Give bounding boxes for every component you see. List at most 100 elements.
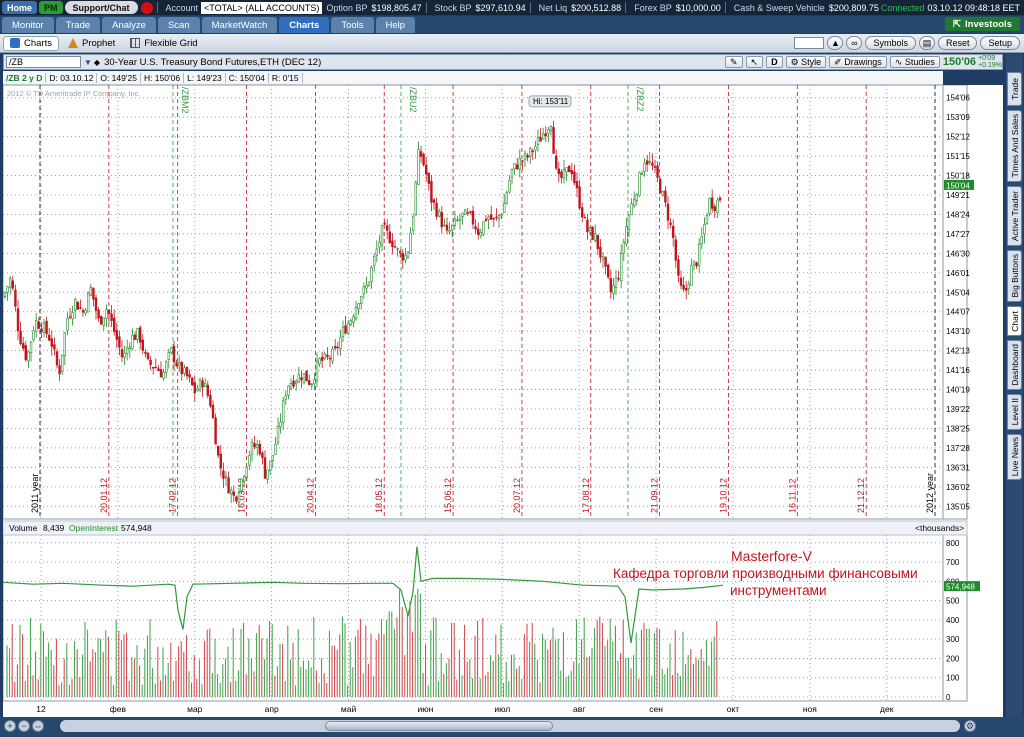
subtab-prophet[interactable]: Prophet <box>62 36 121 51</box>
tab-monitor[interactable]: Monitor <box>2 17 54 33</box>
candle-down <box>606 264 610 278</box>
candle-down <box>599 246 602 258</box>
tab-tools[interactable]: Tools <box>331 17 374 33</box>
candle-down <box>146 352 150 360</box>
candle-up <box>245 466 248 478</box>
stock-bp-value: $297,610.94 <box>475 2 526 13</box>
investools-button[interactable]: ⇱ Investools <box>945 17 1020 31</box>
symbols-button[interactable]: Symbols <box>865 36 916 50</box>
sidetab-live-news[interactable]: Live News <box>1007 434 1022 480</box>
candle-down <box>710 197 714 209</box>
candle-up <box>131 334 134 350</box>
month-tick-label: ноя <box>803 704 817 714</box>
account-select[interactable]: <TOTAL> (ALL ACCOUNTS) <box>201 1 323 14</box>
candle-up <box>230 489 233 495</box>
candle-up <box>126 347 129 354</box>
candle-up <box>541 133 545 140</box>
date-marker-label: 21.09.12 <box>650 478 660 513</box>
tab-analyze[interactable]: Analyze <box>102 17 156 33</box>
bell-icon[interactable]: ▲ <box>827 36 844 50</box>
studies-button[interactable]: ∿ Studies <box>889 56 940 68</box>
candle-down <box>419 151 423 157</box>
drawing-tools-icon[interactable]: ✎ <box>724 56 743 68</box>
candle-down <box>11 280 14 289</box>
sidetab-trade[interactable]: Trade <box>1007 72 1022 106</box>
candle-down <box>157 368 160 371</box>
date-marker-label: 2012 year <box>925 473 935 513</box>
zoom-fit-icon[interactable]: ⇔ <box>32 720 44 732</box>
candle-up <box>458 218 462 221</box>
cursor-icon[interactable]: ↖ <box>745 56 764 68</box>
candle-down <box>219 453 222 469</box>
tab-trade[interactable]: Trade <box>55 17 101 33</box>
print-icon[interactable]: ▤ <box>918 36 935 50</box>
tab-charts[interactable]: Charts <box>279 17 330 33</box>
scroll-thumb[interactable] <box>325 721 553 731</box>
candle-down <box>427 172 430 184</box>
sidetab-times-and-sales[interactable]: Times And Sales <box>1007 110 1022 182</box>
record-icon[interactable] <box>140 1 153 14</box>
candle-up <box>27 351 30 361</box>
drawings-icon: ✐ <box>834 56 842 67</box>
style-icon: ⚙ <box>790 56 799 67</box>
aggregation-button[interactable]: D <box>766 56 783 68</box>
candle-up <box>372 256 376 266</box>
sidetab-dashboard[interactable]: Dashboard <box>1007 340 1022 390</box>
candle-up <box>703 224 706 235</box>
zoom-in-icon[interactable]: + <box>4 720 16 732</box>
sidetab-chart[interactable]: Chart <box>1007 306 1022 336</box>
candle-up <box>352 316 355 323</box>
subtab-flexible-grid[interactable]: Flexible Grid <box>124 36 203 51</box>
candle-down <box>14 289 17 307</box>
reset-button[interactable]: Reset <box>937 36 978 50</box>
settings-icon[interactable]: ⚙ <box>964 720 976 732</box>
sidetab-level-ii[interactable]: Level II <box>1007 394 1022 430</box>
candle-down <box>235 496 238 502</box>
candle-up <box>128 346 132 350</box>
open-interest-value: 574,948 <box>121 523 152 533</box>
layout-box[interactable] <box>794 37 825 49</box>
candle-up <box>60 354 64 372</box>
candle-up <box>463 209 467 215</box>
tab-scan[interactable]: Scan <box>157 17 200 33</box>
drawings-button[interactable]: ✐ Drawings <box>829 56 887 68</box>
candle-up <box>700 235 704 245</box>
sidetab-big-buttons[interactable]: Big Buttons <box>1007 250 1022 302</box>
subtab-charts[interactable]: Charts <box>3 35 59 51</box>
candle-down <box>393 246 397 248</box>
divider <box>724 2 726 13</box>
candle-down <box>544 133 548 137</box>
candle-up <box>281 400 285 423</box>
candle-up <box>170 347 173 354</box>
candle-down <box>47 334 51 341</box>
price-chart[interactable]: 2011 year 20.01.12 17.02.12 16.03.12 20.04.1… <box>3 85 1003 717</box>
candle-down <box>684 288 688 291</box>
candle-down <box>422 153 425 165</box>
subtab-prophet-label: Prophet <box>81 37 116 49</box>
candle-down <box>81 310 85 313</box>
divider <box>625 2 627 13</box>
candle-down <box>180 361 183 375</box>
candle-down <box>16 308 20 332</box>
candle-up <box>63 332 67 356</box>
volume-tick-label: 300 <box>946 635 960 644</box>
candle-down <box>596 234 600 249</box>
tab-help[interactable]: Help <box>375 17 416 33</box>
volume-tick-label: 500 <box>946 597 960 606</box>
link-icon[interactable]: ∞ <box>846 36 863 50</box>
style-button[interactable]: ⚙ Style <box>785 56 827 68</box>
zoom-out-icon[interactable]: − <box>18 720 30 732</box>
candle-up <box>417 149 420 185</box>
sidetab-active-trader[interactable]: Active Trader <box>1007 186 1022 246</box>
quote-icon[interactable]: ◆ <box>94 58 100 67</box>
support-chat-button[interactable]: Support/Chat <box>64 1 138 14</box>
candle-down <box>492 217 495 220</box>
pm-button[interactable]: PM <box>39 1 63 14</box>
dropdown-chevron-icon[interactable]: ▼ <box>84 58 92 67</box>
price-tick-label: 151'15 <box>946 152 970 161</box>
tab-marketwatch[interactable]: MarketWatch <box>201 17 278 33</box>
contract-roll-label: /ZBM2 <box>180 87 190 114</box>
setup-button[interactable]: Setup <box>980 36 1020 50</box>
symbol-input[interactable] <box>6 56 81 68</box>
home-button[interactable]: Home <box>2 1 38 14</box>
